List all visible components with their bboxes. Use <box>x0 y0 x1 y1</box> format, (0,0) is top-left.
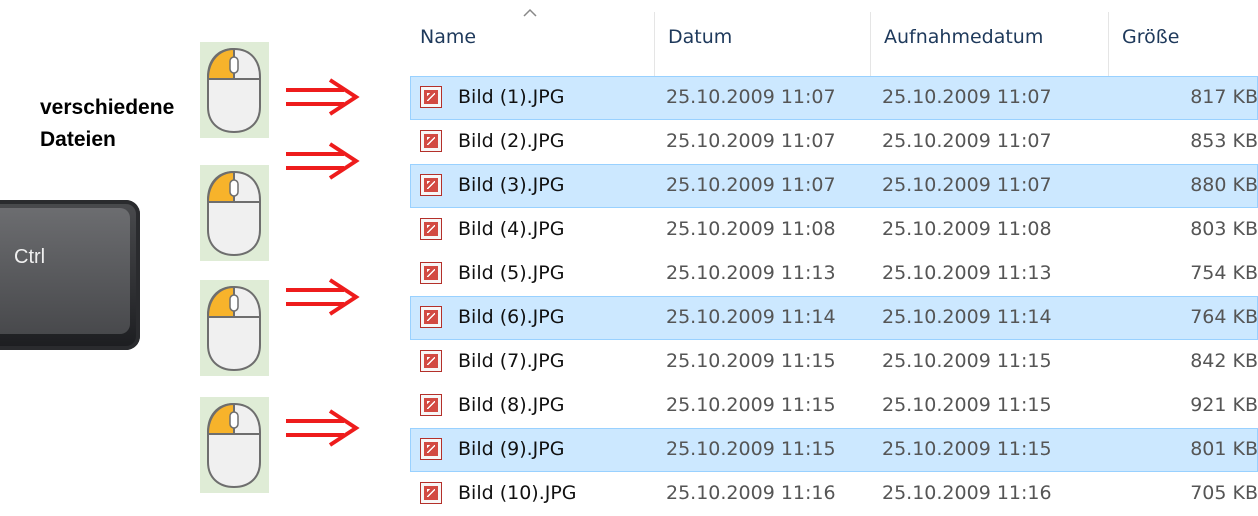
jpg-file-icon <box>420 482 442 504</box>
mouse-click-icon <box>200 165 269 261</box>
file-taken-date: 25.10.2009 11:16 <box>882 482 1052 504</box>
file-date: 25.10.2009 11:16 <box>666 482 836 504</box>
file-taken-date: 25.10.2009 11:15 <box>882 438 1052 460</box>
file-size: 853 KB <box>1190 130 1258 152</box>
file-taken-date: 25.10.2009 11:15 <box>882 394 1052 416</box>
jpg-file-icon <box>420 394 442 416</box>
file-name: Bild (5).JPG <box>458 262 565 284</box>
file-rows: Bild (1).JPG 25.10.2009 11:07 25.10.2009 1… <box>410 76 1258 516</box>
file-row[interactable]: Bild (2).JPG 25.10.2009 11:07 25.10.2009 1… <box>410 120 1258 164</box>
jpg-file-icon <box>420 218 442 240</box>
file-taken-date: 25.10.2009 11:07 <box>882 86 1052 108</box>
file-name: Bild (6).JPG <box>458 306 565 328</box>
file-row[interactable]: Bild (10).JPG 25.10.2009 11:16 25.10.2009 … <box>410 472 1258 516</box>
file-date: 25.10.2009 11:08 <box>666 218 836 240</box>
column-header-size[interactable]: Größe <box>1122 26 1179 48</box>
file-name: Bild (2).JPG <box>458 130 565 152</box>
column-header-taken-date[interactable]: Aufnahmedatum <box>884 26 1043 48</box>
sort-ascending-icon <box>523 8 537 17</box>
file-name: Bild (10).JPG <box>458 482 577 504</box>
file-size: 817 KB <box>1190 86 1258 108</box>
file-size: 880 KB <box>1190 174 1258 196</box>
jpg-file-icon <box>420 86 442 108</box>
ctrl-key-image: Ctrl <box>0 200 140 350</box>
jpg-file-icon <box>420 130 442 152</box>
file-taken-date: 25.10.2009 11:15 <box>882 350 1052 372</box>
instruction-caption: verschiedene Dateien <box>40 92 200 156</box>
file-size: 803 KB <box>1190 218 1258 240</box>
red-arrow-icon <box>286 142 360 180</box>
column-divider[interactable] <box>870 12 871 76</box>
jpg-file-icon <box>420 306 442 328</box>
file-date: 25.10.2009 11:07 <box>666 130 836 152</box>
jpg-file-icon <box>420 350 442 372</box>
file-date: 25.10.2009 11:14 <box>666 306 836 328</box>
file-taken-date: 25.10.2009 11:13 <box>882 262 1052 284</box>
jpg-file-icon <box>420 438 442 460</box>
file-taken-date: 25.10.2009 11:07 <box>882 130 1052 152</box>
file-name: Bild (9).JPG <box>458 438 565 460</box>
column-divider[interactable] <box>654 12 655 76</box>
mouse-click-icon <box>200 397 269 493</box>
file-name: Bild (8).JPG <box>458 394 565 416</box>
file-date: 25.10.2009 11:13 <box>666 262 836 284</box>
mouse-click-icon <box>200 280 269 376</box>
file-row[interactable]: Bild (9).JPG 25.10.2009 11:15 25.10.2009 1… <box>410 428 1258 472</box>
caption-line-2: Dateien <box>40 128 116 151</box>
file-date: 25.10.2009 11:15 <box>666 350 836 372</box>
file-date: 25.10.2009 11:15 <box>666 438 836 460</box>
column-header-row: Name Datum Aufnahmedatum Größe <box>410 0 1258 76</box>
file-size: 705 KB <box>1190 482 1258 504</box>
file-taken-date: 25.10.2009 11:07 <box>882 174 1052 196</box>
file-row[interactable]: Bild (6).JPG 25.10.2009 11:14 25.10.2009 1… <box>410 296 1258 340</box>
file-date: 25.10.2009 11:07 <box>666 86 836 108</box>
file-row[interactable]: Bild (4).JPG 25.10.2009 11:08 25.10.2009 1… <box>410 208 1258 252</box>
caption-line-1: verschiedene <box>40 96 175 119</box>
file-name: Bild (4).JPG <box>458 218 565 240</box>
red-arrow-icon <box>286 278 360 316</box>
file-name: Bild (3).JPG <box>458 174 565 196</box>
red-arrow-icon <box>286 409 360 447</box>
file-row[interactable]: Bild (3).JPG 25.10.2009 11:07 25.10.2009 1… <box>410 164 1258 208</box>
red-arrow-icon <box>286 78 360 116</box>
ctrl-key-cap: Ctrl <box>0 208 130 334</box>
file-name: Bild (1).JPG <box>458 86 565 108</box>
file-date: 25.10.2009 11:07 <box>666 174 836 196</box>
file-name: Bild (7).JPG <box>458 350 565 372</box>
file-list: Name Datum Aufnahmedatum Größe Bild (1).… <box>410 0 1258 516</box>
file-row[interactable]: Bild (8).JPG 25.10.2009 11:15 25.10.2009 1… <box>410 384 1258 428</box>
file-date: 25.10.2009 11:15 <box>666 394 836 416</box>
file-size: 764 KB <box>1190 306 1258 328</box>
jpg-file-icon <box>420 174 442 196</box>
column-header-name[interactable]: Name <box>420 26 476 48</box>
file-taken-date: 25.10.2009 11:08 <box>882 218 1052 240</box>
column-header-date[interactable]: Datum <box>668 26 732 48</box>
file-row[interactable]: Bild (7).JPG 25.10.2009 11:15 25.10.2009 1… <box>410 340 1258 384</box>
ctrl-key-label: Ctrl <box>14 246 46 268</box>
jpg-file-icon <box>420 262 442 284</box>
file-row[interactable]: Bild (1).JPG 25.10.2009 11:07 25.10.2009 1… <box>410 76 1258 120</box>
file-size: 842 KB <box>1190 350 1258 372</box>
file-size: 801 KB <box>1190 438 1258 460</box>
column-divider[interactable] <box>1108 12 1109 76</box>
file-taken-date: 25.10.2009 11:14 <box>882 306 1052 328</box>
file-row[interactable]: Bild (5).JPG 25.10.2009 11:13 25.10.2009 1… <box>410 252 1258 296</box>
mouse-click-icon <box>200 42 269 138</box>
file-size: 754 KB <box>1190 262 1258 284</box>
file-size: 921 KB <box>1190 394 1258 416</box>
